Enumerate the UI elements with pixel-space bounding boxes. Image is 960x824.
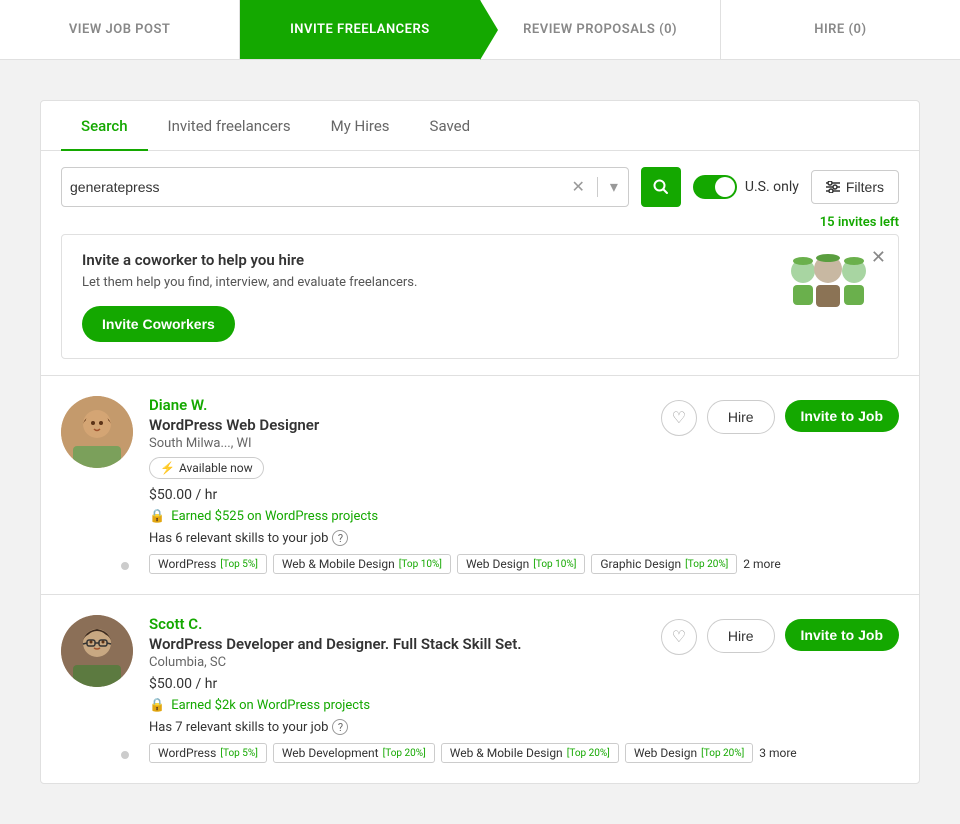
us-only-label: U.S. only [745,179,799,195]
diane-invite-button[interactable]: Invite to Job [785,400,899,432]
scott-earned: 🔒 Earned $2k on WordPress projects [149,698,899,713]
search-input-icons: ✕ ▾ [569,177,619,197]
invite-coworkers-button[interactable]: Invite Coworkers [82,306,235,342]
invite-coworker-banner: Invite a coworker to help you hire Let t… [61,234,899,359]
diane-avatar [61,396,133,468]
search-section: ✕ ▾ U.S. only [41,151,919,207]
diane-title: WordPress Web Designer [149,416,319,434]
top-navigation: VIEW JOB POST INVITE FREELANCERS REVIEW … [0,0,960,60]
banner-title: Invite a coworker to help you hire [82,251,417,269]
scott-actions: ♡ Hire Invite to Job [661,615,899,655]
diane-info: Diane W. WordPress Web Designer South Mi… [149,396,899,574]
diane-save-button[interactable]: ♡ [661,400,697,436]
divider [597,177,598,197]
tab-search[interactable]: Search [61,101,148,151]
filters-button[interactable]: Filters [811,170,899,204]
skill-tag[interactable]: Web Development [Top 20%] [273,743,435,763]
search-icon [653,179,669,195]
diane-skills-tags: WordPress [Top 5%] Web & Mobile Design [… [149,554,899,574]
freelancer-card-scott: Scott C. WordPress Developer and Designe… [41,594,919,783]
scott-rate: $50.00 / hr [149,676,899,692]
verified-icon-scott: 🔒 [149,698,165,713]
nav-step-view-job-post[interactable]: VIEW JOB POST [0,0,239,59]
diane-available-badge: ⚡ Available now [149,457,264,479]
scott-title: WordPress Developer and Designer. Full S… [149,635,522,653]
scott-save-button[interactable]: ♡ [661,619,697,655]
close-icon: ✕ [871,247,886,267]
lightning-icon: ⚡ [160,461,175,475]
banner-close-button[interactable]: ✕ [871,247,886,268]
banner-illustration [778,251,878,321]
freelancer-card-diane: Diane W. WordPress Web Designer South Mi… [41,375,919,594]
tab-invited-freelancers[interactable]: Invited freelancers [148,101,311,151]
search-button[interactable] [641,167,681,207]
invites-left: 15 invites left [41,207,919,234]
diane-relevant-skills: Has 6 relevant skills to your job ? [149,530,899,546]
scott-name[interactable]: Scott C. [149,615,522,633]
diane-header: Diane W. WordPress Web Designer South Mi… [149,396,899,487]
scott-info: Scott C. WordPress Developer and Designe… [149,615,899,763]
skill-tag[interactable]: WordPress [Top 5%] [149,554,267,574]
scott-hire-button[interactable]: Hire [707,619,775,653]
scott-avatar-wrap [61,615,133,763]
diane-location: South Milwa..., WI [149,436,319,451]
main-container: Search Invited freelancers My Hires Save… [40,100,920,784]
clear-search-icon[interactable]: ✕ [569,177,586,197]
coworker-illustration [778,251,878,321]
scott-skills-tags: WordPress [Top 5%] Web Development [Top … [149,743,899,763]
verified-icon: 🔒 [149,509,165,524]
invites-suffix: invites left [835,215,899,230]
nav-step-hire[interactable]: HIRE (0) [720,0,960,59]
skill-tag[interactable]: Web Design [Top 10%] [457,554,585,574]
filters-icon [826,181,840,193]
scott-invite-button[interactable]: Invite to Job [785,619,899,651]
invites-count: 15 [820,215,835,230]
diane-actions: ♡ Hire Invite to Job [661,396,899,436]
tab-my-hires[interactable]: My Hires [311,101,410,151]
nav-step-review-proposals[interactable]: REVIEW PROPOSALS (0) [480,0,720,59]
tabs-bar: Search Invited freelancers My Hires Save… [41,101,919,151]
more-skills-diane[interactable]: 2 more [743,557,780,571]
search-input-wrap: ✕ ▾ [61,167,629,207]
us-only-toggle[interactable] [693,175,737,199]
help-icon-scott[interactable]: ? [332,719,348,735]
banner-description: Let them help you find, interview, and e… [82,275,417,290]
tab-saved[interactable]: Saved [410,101,491,151]
dropdown-arrow-icon[interactable]: ▾ [608,177,620,197]
scott-relevant-skills: Has 7 relevant skills to your job ? [149,719,899,735]
scott-avatar [61,615,133,687]
skill-tag[interactable]: Web Design [Top 20%] [625,743,753,763]
skill-tag[interactable]: Web & Mobile Design [Top 10%] [273,554,451,574]
diane-name[interactable]: Diane W. [149,396,319,414]
diane-details: Diane W. WordPress Web Designer South Mi… [149,396,319,487]
scott-header: Scott C. WordPress Developer and Designe… [149,615,899,676]
filters-label: Filters [846,179,884,195]
banner-content: Invite a coworker to help you hire Let t… [82,251,417,342]
search-input[interactable] [70,179,569,195]
us-only-toggle-wrap: U.S. only [693,175,799,199]
skill-tag[interactable]: Graphic Design [Top 20%] [591,554,737,574]
diane-online-dot [119,560,131,572]
diane-hire-button[interactable]: Hire [707,400,775,434]
diane-rate: $50.00 / hr [149,487,899,503]
nav-step-invite-freelancers[interactable]: INVITE FREELANCERS [239,0,479,59]
more-skills-scott[interactable]: 3 more [759,746,796,760]
skill-tag[interactable]: Web & Mobile Design [Top 20%] [441,743,619,763]
skill-tag[interactable]: WordPress [Top 5%] [149,743,267,763]
scott-location: Columbia, SC [149,655,522,670]
scott-online-dot [119,749,131,761]
diane-earned: 🔒 Earned $525 on WordPress projects [149,509,899,524]
scott-details: Scott C. WordPress Developer and Designe… [149,615,522,676]
help-icon[interactable]: ? [332,530,348,546]
diane-avatar-wrap [61,396,133,574]
